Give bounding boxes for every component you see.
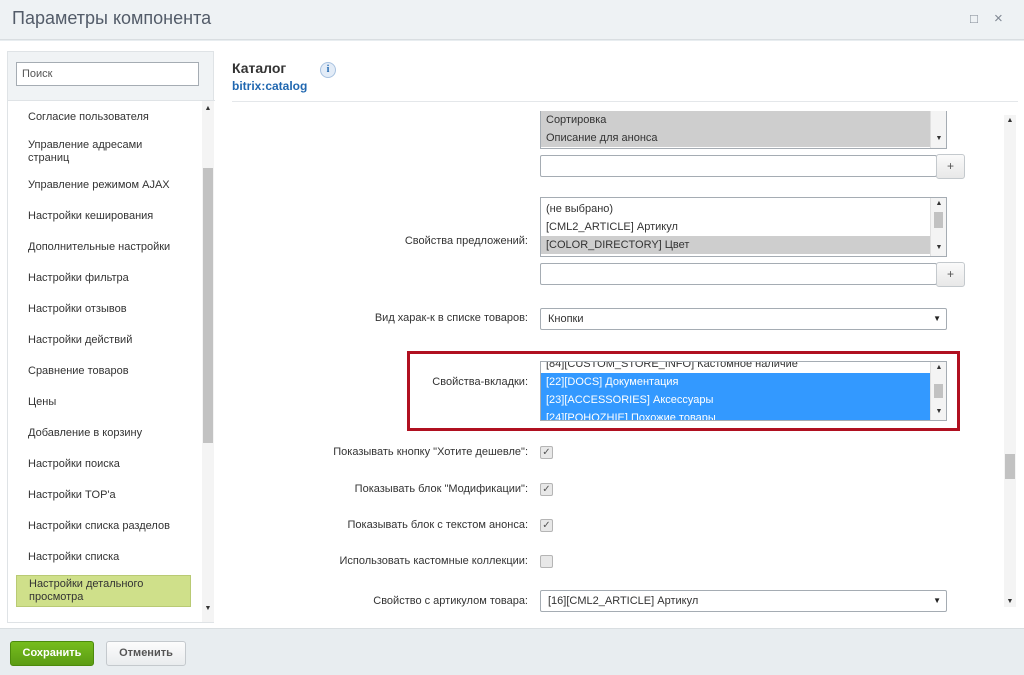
- maximize-icon[interactable]: □: [970, 12, 978, 26]
- window-title: Параметры компонента: [12, 8, 212, 28]
- listbox-scrollbar[interactable]: ▼: [930, 111, 946, 148]
- main-scrollbar[interactable]: [1004, 115, 1016, 607]
- sidebar-item-prices[interactable]: Цены: [16, 396, 191, 409]
- list-option[interactable]: [COLOR_DIRECTORY] Цвет: [541, 236, 946, 254]
- sidebar-nav: Согласие пользователя Управление адресам…: [8, 100, 215, 622]
- tabs-props-label: Свойства-вкладки:: [432, 376, 528, 388]
- scroll-down-icon[interactable]: ▼: [933, 244, 945, 251]
- scroll-up-icon[interactable]: ▲: [933, 200, 945, 207]
- scroll-up-icon[interactable]: ▲: [202, 105, 214, 112]
- list-option[interactable]: Сортировка: [541, 111, 946, 129]
- list-option[interactable]: [23][ACCESSORIES] Аксессуары: [541, 391, 931, 409]
- article-prop-select[interactable]: [16][CML2_ARTICLE] Артикул ▼: [540, 590, 947, 612]
- scroll-down-icon[interactable]: ▼: [202, 605, 214, 612]
- sidebar-item-ajax-mode[interactable]: Управление режимом AJAX: [16, 179, 191, 192]
- check-icon: ✓: [542, 447, 551, 458]
- custom-collections-checkbox[interactable]: [540, 555, 553, 568]
- listbox-scrollbar[interactable]: ▲ ▼: [930, 198, 946, 256]
- check-icon: ✓: [542, 484, 551, 495]
- sidebar-item-basket[interactable]: Добавление в корзину: [16, 427, 191, 440]
- scroll-down-icon[interactable]: ▼: [933, 408, 945, 415]
- sidebar-item-actions[interactable]: Настройки действий: [16, 334, 191, 347]
- select-value: Кнопки: [548, 313, 584, 325]
- sidebar-item-caching[interactable]: Настройки кеширования: [16, 210, 191, 223]
- info-icon[interactable]: i: [320, 62, 336, 78]
- component-code: bitrix:catalog: [232, 79, 308, 93]
- scroll-down-icon[interactable]: ▼: [933, 135, 945, 142]
- show-announce-checkbox[interactable]: ✓: [540, 519, 553, 532]
- sidebar-item-top[interactable]: Настройки TOP'а: [16, 489, 191, 502]
- scroll-up-icon[interactable]: ▲: [1004, 117, 1016, 124]
- show-modifications-checkbox[interactable]: ✓: [540, 483, 553, 496]
- sidebar-item-additional[interactable]: Дополнительные настройки: [16, 241, 191, 254]
- list-option[interactable]: [84][CUSTOM_STORE_INFO] Кастомное наличи…: [541, 362, 946, 373]
- main-panel: Каталог i bitrix:catalog Сортировка Опис…: [218, 51, 1020, 628]
- component-title: Каталог: [232, 60, 287, 76]
- show-modifications-label: Показывать блок "Модификации":: [354, 483, 528, 495]
- scroll-up-icon[interactable]: ▲: [933, 364, 945, 371]
- tabs-props-listbox[interactable]: [84][CUSTOM_STORE_INFO] Кастомное наличи…: [540, 361, 947, 421]
- scroll-down-icon[interactable]: ▼: [1004, 598, 1016, 605]
- show-cheaper-checkbox[interactable]: ✓: [540, 446, 553, 459]
- save-button[interactable]: Сохранить: [10, 641, 94, 666]
- select-value: [16][CML2_ARTICLE] Артикул: [548, 595, 699, 607]
- sidebar-item-detail[interactable]: Настройки детального просмотра: [16, 575, 191, 607]
- form-area: Сортировка Описание для анонса ▼ + Свойс…: [218, 111, 1018, 628]
- sidebar-item-reviews[interactable]: Настройки отзывов: [16, 303, 191, 316]
- offer-props-add-field[interactable]: [540, 263, 937, 285]
- dialog-content: Согласие пользователя Управление адресам…: [0, 41, 1024, 628]
- list-option[interactable]: [24][POHOZHIE] Похожие товары: [541, 409, 931, 420]
- window-titlebar: Параметры компонента □ ×: [0, 0, 1024, 40]
- listbox-scroll-thumb[interactable]: [934, 212, 943, 228]
- sidebar: Согласие пользователя Управление адресам…: [7, 51, 215, 623]
- sidebar-item-url-management[interactable]: Управление адресами страниц: [16, 139, 191, 165]
- sidebar-item-consent[interactable]: Согласие пользователя: [16, 111, 191, 124]
- listbox-scroll-thumb[interactable]: [934, 384, 943, 398]
- show-cheaper-label: Показывать кнопку "Хотите дешевле":: [333, 446, 528, 458]
- sort-listbox[interactable]: Сортировка Описание для анонса ▼: [540, 111, 947, 149]
- search-input[interactable]: [16, 62, 199, 86]
- show-announce-label: Показывать блок с текстом анонса:: [347, 519, 528, 531]
- footer-bar: Сохранить Отменить: [0, 628, 1024, 675]
- chevron-down-icon: ▼: [933, 314, 941, 323]
- listbox-scrollbar[interactable]: ▲ ▼: [930, 362, 946, 420]
- add-button[interactable]: +: [936, 262, 965, 287]
- list-option[interactable]: [22][DOCS] Документация: [541, 373, 931, 391]
- custom-collections-label: Использовать кастомные коллекции:: [339, 555, 529, 567]
- sidebar-item-compare[interactable]: Сравнение товаров: [16, 365, 191, 378]
- list-option[interactable]: (не выбрано): [541, 200, 946, 218]
- sidebar-item-section-list[interactable]: Настройки списка разделов: [16, 520, 191, 533]
- chevron-down-icon: ▼: [933, 596, 941, 605]
- sort-add-field[interactable]: [540, 155, 937, 177]
- offer-props-listbox[interactable]: (не выбрано) [CML2_ARTICLE] Артикул [COL…: [540, 197, 947, 257]
- sidebar-scroll-thumb[interactable]: [203, 168, 213, 443]
- view-type-select[interactable]: Кнопки ▼: [540, 308, 947, 330]
- check-icon: ✓: [542, 520, 551, 531]
- sidebar-item-list[interactable]: Настройки списка: [16, 551, 191, 564]
- cancel-button[interactable]: Отменить: [106, 641, 186, 666]
- article-prop-label: Свойство с артикулом товара:: [373, 595, 528, 607]
- add-button[interactable]: +: [936, 154, 965, 179]
- list-option[interactable]: [CML2_ARTICLE] Артикул: [541, 218, 946, 236]
- offer-props-label: Свойства предложений:: [404, 235, 528, 247]
- view-type-label: Вид харак-к в списке товаров:: [374, 312, 528, 324]
- sidebar-item-search[interactable]: Настройки поиска: [16, 458, 191, 471]
- close-icon[interactable]: ×: [994, 11, 1003, 26]
- main-scroll-thumb[interactable]: [1005, 454, 1015, 479]
- list-option[interactable]: Описание для анонса: [541, 129, 946, 147]
- divider: [232, 101, 1018, 102]
- sidebar-item-filter[interactable]: Настройки фильтра: [16, 272, 191, 285]
